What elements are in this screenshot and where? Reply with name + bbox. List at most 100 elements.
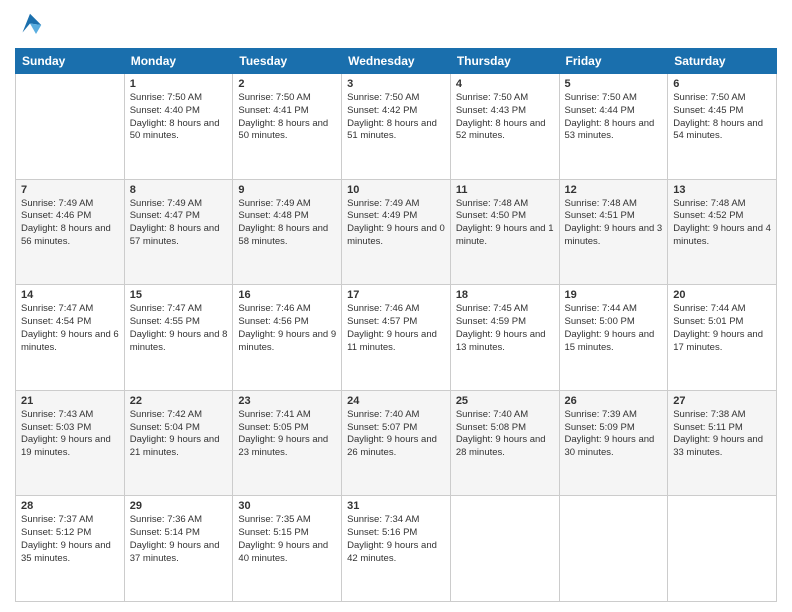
cell-info: Sunrise: 7:39 AMSunset: 5:09 PMDaylight:…	[565, 409, 655, 458]
cell-info: Sunrise: 7:50 AMSunset: 4:45 PMDaylight:…	[673, 92, 763, 141]
day-number: 7	[21, 184, 119, 196]
day-number: 24	[347, 395, 445, 407]
cell-info: Sunrise: 7:48 AMSunset: 4:50 PMDaylight:…	[456, 198, 554, 247]
cell-info: Sunrise: 7:44 AMSunset: 5:01 PMDaylight:…	[673, 303, 763, 352]
day-number: 22	[130, 395, 228, 407]
calendar-cell: 17 Sunrise: 7:46 AMSunset: 4:57 PMDaylig…	[342, 285, 451, 391]
calendar-cell: 24 Sunrise: 7:40 AMSunset: 5:07 PMDaylig…	[342, 390, 451, 496]
calendar-cell	[668, 496, 777, 602]
calendar-cell: 10 Sunrise: 7:49 AMSunset: 4:49 PMDaylig…	[342, 179, 451, 285]
day-header: Sunday	[16, 49, 125, 74]
cell-info: Sunrise: 7:50 AMSunset: 4:42 PMDaylight:…	[347, 92, 437, 141]
calendar-cell: 16 Sunrise: 7:46 AMSunset: 4:56 PMDaylig…	[233, 285, 342, 391]
cell-info: Sunrise: 7:45 AMSunset: 4:59 PMDaylight:…	[456, 303, 546, 352]
main-container: SundayMondayTuesdayWednesdayThursdayFrid…	[0, 0, 792, 612]
calendar-week-row: 21 Sunrise: 7:43 AMSunset: 5:03 PMDaylig…	[16, 390, 777, 496]
day-number: 6	[673, 78, 771, 90]
day-number: 14	[21, 289, 119, 301]
cell-info: Sunrise: 7:44 AMSunset: 5:00 PMDaylight:…	[565, 303, 655, 352]
day-header: Tuesday	[233, 49, 342, 74]
cell-info: Sunrise: 7:38 AMSunset: 5:11 PMDaylight:…	[673, 409, 763, 458]
day-number: 26	[565, 395, 663, 407]
day-number: 13	[673, 184, 771, 196]
day-number: 16	[238, 289, 336, 301]
calendar-cell: 19 Sunrise: 7:44 AMSunset: 5:00 PMDaylig…	[559, 285, 668, 391]
day-number: 10	[347, 184, 445, 196]
day-number: 21	[21, 395, 119, 407]
cell-info: Sunrise: 7:50 AMSunset: 4:40 PMDaylight:…	[130, 92, 220, 141]
cell-info: Sunrise: 7:37 AMSunset: 5:12 PMDaylight:…	[21, 514, 111, 563]
calendar-cell	[559, 496, 668, 602]
cell-info: Sunrise: 7:47 AMSunset: 4:54 PMDaylight:…	[21, 303, 119, 352]
calendar-cell: 29 Sunrise: 7:36 AMSunset: 5:14 PMDaylig…	[124, 496, 233, 602]
cell-info: Sunrise: 7:47 AMSunset: 4:55 PMDaylight:…	[130, 303, 228, 352]
calendar-cell: 13 Sunrise: 7:48 AMSunset: 4:52 PMDaylig…	[668, 179, 777, 285]
header	[15, 10, 777, 40]
cell-info: Sunrise: 7:50 AMSunset: 4:43 PMDaylight:…	[456, 92, 546, 141]
day-header: Friday	[559, 49, 668, 74]
cell-info: Sunrise: 7:49 AMSunset: 4:47 PMDaylight:…	[130, 198, 220, 247]
logo	[15, 10, 49, 40]
day-number: 12	[565, 184, 663, 196]
day-number: 15	[130, 289, 228, 301]
calendar-cell: 31 Sunrise: 7:34 AMSunset: 5:16 PMDaylig…	[342, 496, 451, 602]
day-number: 31	[347, 500, 445, 512]
cell-info: Sunrise: 7:50 AMSunset: 4:44 PMDaylight:…	[565, 92, 655, 141]
calendar-cell: 27 Sunrise: 7:38 AMSunset: 5:11 PMDaylig…	[668, 390, 777, 496]
cell-info: Sunrise: 7:46 AMSunset: 4:57 PMDaylight:…	[347, 303, 437, 352]
calendar-cell: 6 Sunrise: 7:50 AMSunset: 4:45 PMDayligh…	[668, 74, 777, 180]
cell-info: Sunrise: 7:40 AMSunset: 5:08 PMDaylight:…	[456, 409, 546, 458]
cell-info: Sunrise: 7:43 AMSunset: 5:03 PMDaylight:…	[21, 409, 111, 458]
day-number: 18	[456, 289, 554, 301]
cell-info: Sunrise: 7:35 AMSunset: 5:15 PMDaylight:…	[238, 514, 328, 563]
cell-info: Sunrise: 7:49 AMSunset: 4:46 PMDaylight:…	[21, 198, 111, 247]
day-number: 20	[673, 289, 771, 301]
calendar-cell: 7 Sunrise: 7:49 AMSunset: 4:46 PMDayligh…	[16, 179, 125, 285]
cell-info: Sunrise: 7:34 AMSunset: 5:16 PMDaylight:…	[347, 514, 437, 563]
day-header: Wednesday	[342, 49, 451, 74]
calendar-cell: 21 Sunrise: 7:43 AMSunset: 5:03 PMDaylig…	[16, 390, 125, 496]
cell-info: Sunrise: 7:36 AMSunset: 5:14 PMDaylight:…	[130, 514, 220, 563]
calendar-cell: 30 Sunrise: 7:35 AMSunset: 5:15 PMDaylig…	[233, 496, 342, 602]
calendar-cell: 14 Sunrise: 7:47 AMSunset: 4:54 PMDaylig…	[16, 285, 125, 391]
day-number: 4	[456, 78, 554, 90]
logo-icon	[15, 10, 45, 40]
calendar-cell: 28 Sunrise: 7:37 AMSunset: 5:12 PMDaylig…	[16, 496, 125, 602]
cell-info: Sunrise: 7:50 AMSunset: 4:41 PMDaylight:…	[238, 92, 328, 141]
calendar-cell: 22 Sunrise: 7:42 AMSunset: 5:04 PMDaylig…	[124, 390, 233, 496]
calendar-cell: 18 Sunrise: 7:45 AMSunset: 4:59 PMDaylig…	[450, 285, 559, 391]
cell-info: Sunrise: 7:41 AMSunset: 5:05 PMDaylight:…	[238, 409, 328, 458]
calendar-cell	[450, 496, 559, 602]
calendar-cell: 1 Sunrise: 7:50 AMSunset: 4:40 PMDayligh…	[124, 74, 233, 180]
calendar-week-row: 1 Sunrise: 7:50 AMSunset: 4:40 PMDayligh…	[16, 74, 777, 180]
calendar-cell: 25 Sunrise: 7:40 AMSunset: 5:08 PMDaylig…	[450, 390, 559, 496]
cell-info: Sunrise: 7:46 AMSunset: 4:56 PMDaylight:…	[238, 303, 336, 352]
calendar-cell: 11 Sunrise: 7:48 AMSunset: 4:50 PMDaylig…	[450, 179, 559, 285]
calendar-week-row: 14 Sunrise: 7:47 AMSunset: 4:54 PMDaylig…	[16, 285, 777, 391]
day-header: Saturday	[668, 49, 777, 74]
day-number: 19	[565, 289, 663, 301]
calendar-week-row: 28 Sunrise: 7:37 AMSunset: 5:12 PMDaylig…	[16, 496, 777, 602]
day-number: 30	[238, 500, 336, 512]
day-number: 28	[21, 500, 119, 512]
day-header: Monday	[124, 49, 233, 74]
cell-info: Sunrise: 7:49 AMSunset: 4:49 PMDaylight:…	[347, 198, 445, 247]
day-number: 8	[130, 184, 228, 196]
day-number: 5	[565, 78, 663, 90]
calendar-cell: 12 Sunrise: 7:48 AMSunset: 4:51 PMDaylig…	[559, 179, 668, 285]
calendar-cell: 23 Sunrise: 7:41 AMSunset: 5:05 PMDaylig…	[233, 390, 342, 496]
calendar-cell: 2 Sunrise: 7:50 AMSunset: 4:41 PMDayligh…	[233, 74, 342, 180]
calendar-cell: 15 Sunrise: 7:47 AMSunset: 4:55 PMDaylig…	[124, 285, 233, 391]
day-number: 3	[347, 78, 445, 90]
cell-info: Sunrise: 7:42 AMSunset: 5:04 PMDaylight:…	[130, 409, 220, 458]
calendar-cell: 20 Sunrise: 7:44 AMSunset: 5:01 PMDaylig…	[668, 285, 777, 391]
calendar-cell	[16, 74, 125, 180]
cell-info: Sunrise: 7:40 AMSunset: 5:07 PMDaylight:…	[347, 409, 437, 458]
day-header: Thursday	[450, 49, 559, 74]
day-number: 23	[238, 395, 336, 407]
day-number: 1	[130, 78, 228, 90]
day-number: 2	[238, 78, 336, 90]
day-number: 29	[130, 500, 228, 512]
calendar-cell: 8 Sunrise: 7:49 AMSunset: 4:47 PMDayligh…	[124, 179, 233, 285]
calendar-cell: 26 Sunrise: 7:39 AMSunset: 5:09 PMDaylig…	[559, 390, 668, 496]
